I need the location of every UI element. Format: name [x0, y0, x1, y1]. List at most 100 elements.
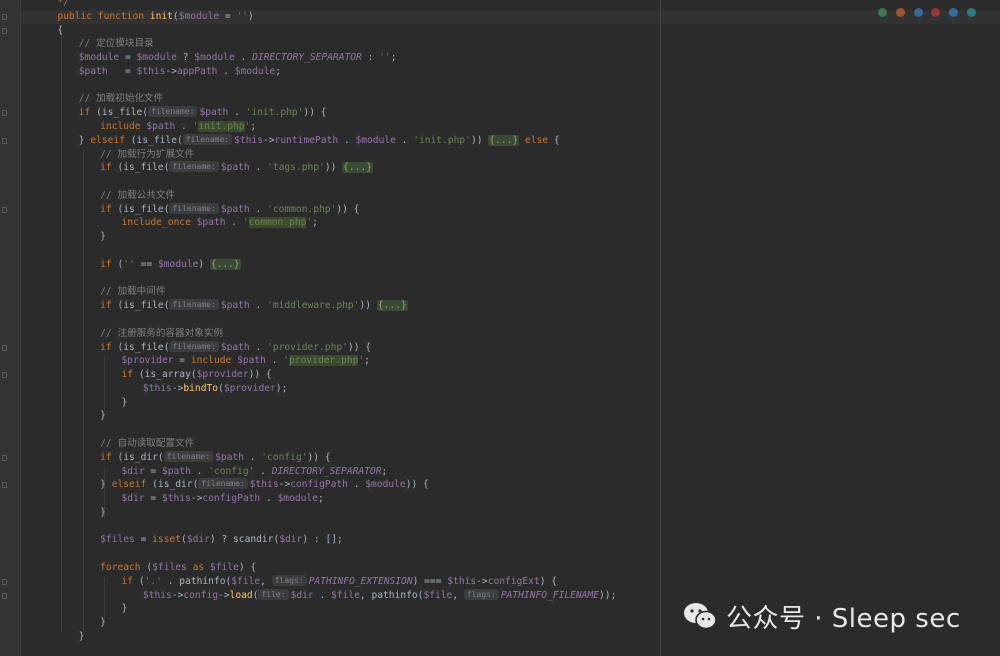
code-line[interactable]: public function init($module = ''): [57, 10, 253, 24]
code-token: PATHINFO_FILENAME: [500, 589, 600, 601]
code-line[interactable]: }: [100, 616, 106, 630]
code-line[interactable]: if ('.' . pathinfo($file, flags: PATHINFO…: [122, 574, 557, 589]
code-token: ): [198, 258, 210, 270]
code-token: (is_file(: [117, 162, 170, 174]
code-line[interactable]: $module = $module ? $module . DIRECTORY_…: [79, 51, 397, 65]
folded-block[interactable]: {...}: [209, 258, 241, 270]
code-token: $file: [231, 575, 261, 587]
code-line[interactable]: if (is_file(filename: $path . 'init.php')…: [79, 106, 327, 120]
code-line[interactable]: $provider = include $path . 'provider.ph…: [122, 354, 370, 368]
code-line[interactable]: if (is_array($provider)) {: [122, 368, 272, 382]
fold-marker-icon[interactable]: [2, 344, 7, 351]
fold-marker-icon[interactable]: [2, 578, 7, 585]
fold-marker-icon[interactable]: [2, 454, 7, 461]
code-line[interactable]: if (is_file(filename: $path . 'common.php…: [100, 202, 359, 217]
code-token: runtimePath: [274, 134, 339, 146]
code-line[interactable]: }: [100, 230, 106, 244]
code-line[interactable]: // 注册服务的容器对象实例: [100, 327, 223, 341]
code-line[interactable]: $dir = $path . 'config' . DIRECTORY_SEPA…: [122, 465, 388, 479]
code-token: '': [123, 258, 135, 270]
safari-icon[interactable]: [913, 8, 923, 17]
code-line[interactable]: $this->bindTo($provider);: [143, 382, 287, 396]
opera-icon[interactable]: [931, 8, 941, 17]
code-token: (is_dir(: [117, 451, 164, 463]
code-token: ) ===: [412, 575, 448, 587]
code-token: load: [229, 589, 253, 601]
code-token: PATHINFO_EXTENSION: [308, 575, 413, 587]
code-line[interactable]: // 加载行为扩展文件: [100, 148, 194, 162]
code-token: $module: [178, 10, 220, 22]
code-line[interactable]: $dir = $this->configPath . $module;: [122, 492, 324, 506]
code-token: .: [234, 52, 253, 64]
code-token: $file: [331, 589, 360, 601]
code-line[interactable]: }: [100, 506, 106, 520]
code-token: (is_file(: [117, 341, 170, 353]
code-token: if: [100, 341, 118, 353]
code-token: ) : [];: [302, 534, 343, 546]
fold-marker-icon[interactable]: [2, 27, 7, 34]
code-line[interactable]: // 加载中间件: [100, 285, 165, 299]
code-line[interactable]: foreach ($files as $file) {: [100, 561, 256, 575]
code-line[interactable]: $files = isset($dir) ? scandir($dir) : […: [100, 533, 343, 547]
folded-block[interactable]: {...}: [342, 162, 374, 174]
fold-marker-icon[interactable]: [2, 206, 7, 213]
code-line[interactable]: }: [79, 630, 85, 644]
code-token: // 注册服务的容器对象实例: [100, 327, 224, 339]
code-line[interactable]: if ('' == $module) {...}: [100, 258, 241, 272]
chrome-icon[interactable]: [878, 8, 888, 17]
ie-icon[interactable]: [949, 8, 959, 17]
code-line[interactable]: }: [122, 602, 128, 616]
code-token: $dir: [121, 493, 145, 505]
code-line[interactable]: include $path . 'init.php';: [100, 120, 256, 134]
code-line[interactable]: // 加载初始化文件: [79, 92, 163, 106]
code-line[interactable]: $this->config->load(file: $dir . $file, p…: [143, 588, 616, 603]
code-token: // 加载行为扩展文件: [100, 148, 195, 160]
folded-block[interactable]: {...}: [376, 300, 408, 312]
code-line[interactable]: // 定位模块目录: [79, 37, 154, 51]
code-line[interactable]: // 自动读取配置文件: [100, 437, 194, 451]
code-token: , pathinfo(: [359, 589, 424, 601]
fold-marker-icon[interactable]: [2, 13, 7, 20]
fold-marker-icon[interactable]: [2, 482, 7, 489]
code-token: $file: [423, 589, 453, 601]
edge-icon[interactable]: [967, 8, 976, 17]
code-token: {: [553, 134, 560, 146]
code-token: .: [225, 217, 243, 229]
code-line[interactable]: }: [122, 396, 128, 410]
code-line[interactable]: if (is_file(filename: $path . 'tags.php')…: [100, 161, 374, 175]
code-token: '': [236, 10, 249, 22]
fold-marker-icon[interactable]: [2, 110, 7, 117]
code-line[interactable]: {: [57, 24, 63, 38]
code-token: (is_file(: [117, 203, 170, 215]
firefox-icon[interactable]: [895, 8, 905, 17]
code-token: ->: [218, 589, 230, 601]
indent-guide: [82, 150, 84, 632]
code-line[interactable]: } elseif (is_file(filename: $this->runtim…: [79, 133, 560, 148]
code-line[interactable]: }: [100, 409, 106, 423]
code-line[interactable]: $path = $this->appPath . $module;: [79, 65, 281, 79]
fold-marker-icon[interactable]: [2, 137, 7, 144]
right-margin-guide: [660, 0, 661, 656]
code-line[interactable]: include_once $path . 'common.php';: [122, 216, 318, 230]
code-token: public function: [57, 10, 150, 22]
code-token: // 加载初始化文件: [78, 93, 164, 105]
code-line[interactable]: // 加载公共文件: [100, 189, 175, 203]
code-token: elseif: [90, 134, 131, 146]
code-token: 'common.php': [267, 203, 337, 215]
code-line[interactable]: } elseif (is_dir(filename: $this->configP…: [100, 478, 429, 492]
code-token: as: [186, 561, 210, 573]
code-token: ;: [250, 121, 257, 133]
code-token: ;: [364, 355, 370, 367]
fold-marker-icon[interactable]: [2, 592, 7, 599]
code-token: $this: [447, 575, 477, 587]
code-token: ) {: [238, 561, 257, 573]
code-token: $module: [194, 52, 235, 64]
code-token: $module: [234, 65, 276, 77]
fold-marker-icon[interactable]: [2, 372, 7, 379]
code-line[interactable]: if (is_dir(filename: $path . 'config')) {: [100, 450, 331, 465]
code-line[interactable]: if (is_file(filename: $path . 'provider.p…: [100, 340, 371, 355]
folded-block[interactable]: {...}: [488, 134, 520, 146]
code-token: . pathinfo(: [161, 575, 232, 587]
code-line[interactable]: if (is_file(filename: $path . 'middleware…: [100, 299, 408, 313]
code-line[interactable]: */: [57, 0, 69, 10]
